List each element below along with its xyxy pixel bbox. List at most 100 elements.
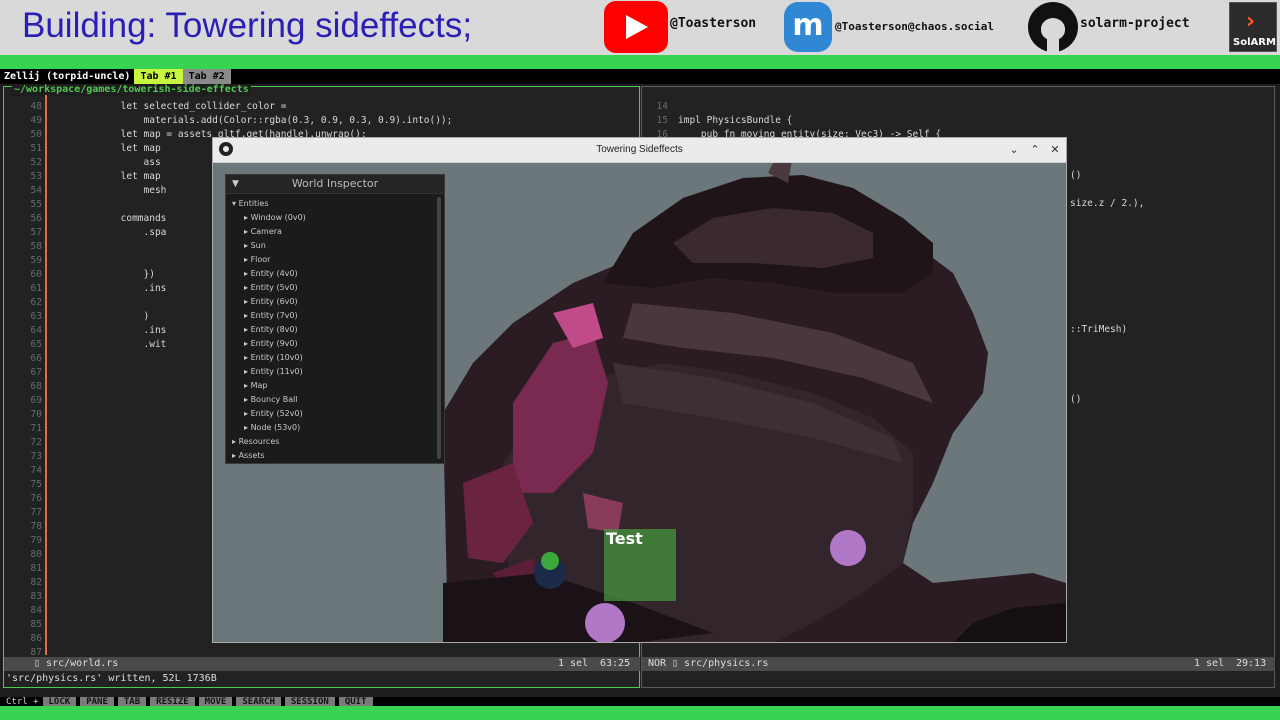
line-number: 14 [656,101,668,112]
entity-tree-item[interactable]: ▸ Entity (11v0) [232,365,306,379]
pane-title: ~/workspace/games/towerish-side-effects [12,84,251,96]
line-number: 85 [30,619,42,630]
line-number: 63 [30,311,42,322]
entity-tree[interactable]: ▾ Entities ▸ Window (0v0) ▸ Camera ▸ Sun ▸ F… [232,197,306,463]
entity-tree-item[interactable]: ▸ Entity (9v0) [232,337,306,351]
line-number: 70 [30,409,42,420]
solarm-logo: › SolARM [1229,2,1277,52]
entity-tree-item[interactable]: ▸ Entity (7v0) [232,309,306,323]
minimize-button[interactable]: ⌄ [1006,141,1022,159]
entity-tree-item[interactable]: ▸ Node (53v0) [232,421,306,435]
mastodon-handle: @Toasterson@chaos.social [835,20,994,33]
entity-tree-item[interactable]: ▸ Entity (8v0) [232,323,306,337]
line-number: 75 [30,479,42,490]
line-number: 68 [30,381,42,392]
code-fragment: () [1070,170,1082,181]
status-file-right: ▯ src/physics.rs [672,658,769,669]
line-number: 65 [30,339,42,350]
status-line-right: NOR ▯ src/physics.rs 1 sel 29:13 [642,657,1275,671]
entity-tree-item[interactable]: ▸ Entity (10v0) [232,351,306,365]
line-number: 82 [30,577,42,588]
entity-label: Camera [250,227,282,236]
line-number: 69 [30,395,42,406]
youtube-handle: @Toasterson [670,16,757,31]
line-number: 74 [30,465,42,476]
line-number: 15 [656,115,668,126]
tab-1[interactable]: Tab #1 [134,69,183,84]
line-number: 79 [30,535,42,546]
line-number: 62 [30,297,42,308]
entity-label: Map [250,381,268,390]
window-title: Towering Sideffects [596,144,683,155]
stream-banner: Building: Towering sideffects; @Toasters… [0,0,1280,55]
world-inspector-panel[interactable]: ▼ World Inspector ▾ Entities ▸ Window (0v… [225,174,445,464]
entity-label: Entity (9v0) [250,339,298,348]
line-number: 55 [30,199,42,210]
entity-tree-item[interactable]: ▸ Window (0v0) [232,211,306,225]
close-button[interactable]: ✕ [1047,141,1063,159]
line-number: 51 [30,143,42,154]
line-number: 80 [30,549,42,560]
tree-section-label: Assets [238,451,265,460]
tab-2[interactable]: Tab #2 [182,69,231,84]
status-position-right: 29:13 [1236,658,1267,669]
line-number: 71 [30,423,42,434]
code-line: let selected_collider_color = [52,101,287,112]
code-line: materials.add(Color::rgba(0.3, 0.9, 0.3,… [52,115,453,126]
line-number: 78 [30,521,42,532]
zellij-tab-bar: Zellij (torpid-uncle) Tab #1 Tab #2 [0,69,1280,84]
entity-tree-item[interactable]: ▸ Entity (5v0) [232,281,306,295]
entity-tree-item[interactable]: ▸ Entity (6v0) [232,295,306,309]
line-number: 61 [30,283,42,294]
line-number: 57 [30,227,42,238]
entity-tree-item[interactable]: ▸ Floor [232,253,306,267]
line-number: 66 [30,353,42,364]
entity-label: Entity (7v0) [250,311,298,320]
line-number: 84 [30,605,42,616]
code-buffer[interactable]: impl PhysicsBundle { pub fn moving_entit… [678,100,941,142]
tree-section-label: Entities [238,199,269,208]
entity-label: Sun [250,241,266,250]
line-number: 59 [30,255,42,266]
maximize-button[interactable]: ⌃ [1027,141,1043,159]
line-number: 81 [30,563,42,574]
entity-label: Entity (10v0) [250,353,303,362]
game-window[interactable]: Towering Sideffects ⌄ ⌃ ✕ Test ▼ World I… [212,137,1067,643]
line-number: 50 [30,129,42,140]
ruler-line [45,95,47,655]
window-titlebar[interactable]: Towering Sideffects ⌄ ⌃ ✕ [213,138,1066,163]
tree-section-label: Resources [238,437,280,446]
entity-label: Floor [250,255,271,264]
line-number: 76 [30,493,42,504]
tree-section-entities[interactable]: ▾ Entities [232,197,306,211]
status-position-left: 63:25 [600,658,631,669]
entity-tree-item[interactable]: ▸ Bouncy Ball [232,393,306,407]
github-handle: solarm-project [1080,16,1190,31]
inspector-header[interactable]: ▼ World Inspector [226,175,444,194]
line-number: 54 [30,185,42,196]
line-number: 73 [30,451,42,462]
entity-tree-item[interactable]: ▸ Sun [232,239,306,253]
entity-label: Bouncy Ball [250,395,298,404]
youtube-icon [604,1,668,53]
line-number: 64 [30,325,42,336]
tree-section-assets[interactable]: ▸ Assets [232,449,306,463]
status-mode: NOR [648,658,667,669]
entity-tree-item[interactable]: ▸ Map [232,379,306,393]
stream-title: Building: Towering sideffects; [22,6,473,45]
tree-section-resources[interactable]: ▸ Resources [232,435,306,449]
line-numbers: 14 15 16 [646,100,668,142]
command-line-message: 'src/physics.rs' written, 52L 1736B [6,673,217,684]
line-number: 83 [30,591,42,602]
line-numbers: 48 49 50 51 52 53 54 55 56 57 58 59 60 61 62 63 64 65 66 67… [8,100,42,660]
line-number: 77 [30,507,42,518]
inspector-title: World Inspector [291,177,379,190]
entity-tree-item[interactable]: ▸ Entity (52v0) [232,407,306,421]
line-number: 67 [30,367,42,378]
entity-tree-item[interactable]: ▸ Entity (4v0) [232,267,306,281]
inspector-scrollbar[interactable] [437,197,441,459]
entity-label: Entity (8v0) [250,325,298,334]
code-fragment: ::TriMesh) [1070,324,1128,335]
entity-tree-item[interactable]: ▸ Camera [232,225,306,239]
